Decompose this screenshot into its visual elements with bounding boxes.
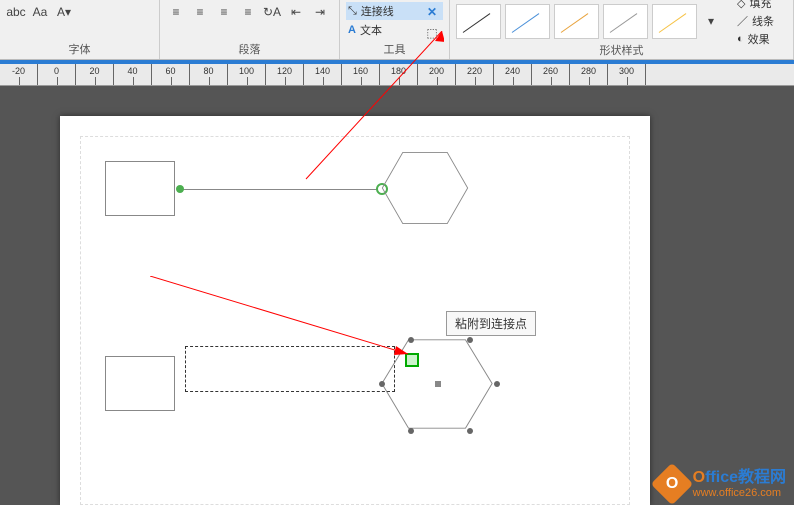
style-preset-5[interactable]	[652, 4, 697, 39]
corner-icon[interactable]: ⬚	[422, 23, 442, 43]
snap-connection-point[interactable]	[405, 353, 419, 367]
shape-handle[interactable]	[467, 337, 473, 343]
gallery-more-icon[interactable]: ▾	[701, 11, 721, 31]
connector-label: 连接线	[361, 3, 394, 19]
format-abc-icon[interactable]: abc	[6, 2, 26, 22]
ruler-mark: 80	[190, 64, 228, 85]
fill-button[interactable]: ◇ 填充	[737, 0, 774, 11]
shape-handle[interactable]	[408, 337, 414, 343]
style-gallery[interactable]: ▾	[456, 4, 721, 39]
shape-center-handle[interactable]	[435, 381, 441, 387]
ruler-mark: 200	[418, 64, 456, 85]
ruler-mark: 40	[114, 64, 152, 85]
horizontal-ruler[interactable]: -200204060801001201401601802002202402602…	[0, 64, 794, 86]
close-x-icon[interactable]: ✕	[422, 2, 442, 22]
ruler-mark: 100	[228, 64, 266, 85]
ruler-mark: 180	[380, 64, 418, 85]
drag-selection-box	[185, 346, 395, 392]
shape-handle[interactable]	[408, 428, 414, 434]
watermark-url: www.office26.com	[693, 487, 786, 499]
connection-endpoint-start[interactable]	[176, 185, 184, 193]
style-preset-1[interactable]	[456, 4, 501, 39]
connector-icon: ⤡	[348, 5, 357, 18]
connector-line-1[interactable]	[180, 189, 380, 190]
font-color-icon[interactable]: A▾	[54, 2, 74, 22]
fill-icon: ◇	[737, 0, 745, 10]
line-button[interactable]: ／ 线条	[737, 13, 774, 29]
snap-tooltip: 粘附到连接点	[446, 311, 536, 336]
ruler-mark: 280	[570, 64, 608, 85]
line-icon: ／	[737, 13, 748, 29]
ruler-mark: 0	[38, 64, 76, 85]
style-preset-2[interactable]	[505, 4, 550, 39]
ruler-mark: 140	[304, 64, 342, 85]
style-preset-4[interactable]	[603, 4, 648, 39]
align-justify-icon[interactable]: ≡	[238, 2, 258, 22]
ribbon-group-style: ▾ ◇ 填充 ／ 线条 ◐ 效果 形状样式	[450, 0, 794, 59]
ruler-mark: 60	[152, 64, 190, 85]
align-right-icon[interactable]: ≡	[214, 2, 234, 22]
ruler-mark: 260	[532, 64, 570, 85]
indent-increase-icon[interactable]: ⇥	[310, 2, 330, 22]
ruler-mark: 240	[494, 64, 532, 85]
text-icon: A	[348, 24, 356, 36]
watermark: O Office教程网 www.office26.com	[657, 469, 786, 499]
ruler-mark: 160	[342, 64, 380, 85]
hexagon-shape-1[interactable]	[380, 148, 470, 228]
shape-handle[interactable]	[494, 381, 500, 387]
shape-handle[interactable]	[379, 381, 385, 387]
ribbon-group-tools: ⤡ 连接线 A 文本 ✕ ⬚ 工具	[340, 0, 450, 59]
text-label: 文本	[360, 22, 382, 38]
ruler-mark: 20	[76, 64, 114, 85]
ruler-mark: 220	[456, 64, 494, 85]
page[interactable]: 粘附到连接点	[60, 116, 650, 505]
rotate-text-icon[interactable]: ↻A	[262, 2, 282, 22]
fill-label: 填充	[749, 0, 771, 11]
watermark-title: Office教程网	[693, 469, 786, 487]
font-size-icon[interactable]: Aa	[30, 2, 50, 22]
watermark-badge: O	[650, 463, 692, 505]
style-group-label: 形状样式	[456, 40, 787, 60]
align-center-icon[interactable]: ≡	[190, 2, 210, 22]
ruler-mark: -20	[0, 64, 38, 85]
ruler-mark: 120	[266, 64, 304, 85]
style-preset-3[interactable]	[554, 4, 599, 39]
indent-decrease-icon[interactable]: ⇤	[286, 2, 306, 22]
canvas-area[interactable]: 粘附到连接点	[0, 86, 794, 505]
align-left-icon[interactable]: ≡	[166, 2, 186, 22]
line-label: 线条	[752, 13, 774, 29]
rectangle-shape-1[interactable]	[105, 161, 175, 216]
ribbon-group-paragraph: ≡ ≡ ≡ ≡ ↻A ⇤ ⇥ 段落	[160, 0, 340, 59]
rectangle-shape-2[interactable]	[105, 356, 175, 411]
ruler-mark: 300	[608, 64, 646, 85]
font-group-label: 字体	[6, 39, 153, 59]
paragraph-group-label: 段落	[166, 39, 333, 59]
shape-handle[interactable]	[467, 428, 473, 434]
ribbon-group-font: abc Aa A▾ 字体	[0, 0, 160, 59]
ribbon: abc Aa A▾ 字体 ≡ ≡ ≡ ≡ ↻A ⇤ ⇥ 段落 ⤡ 连接线 A 文…	[0, 0, 794, 60]
